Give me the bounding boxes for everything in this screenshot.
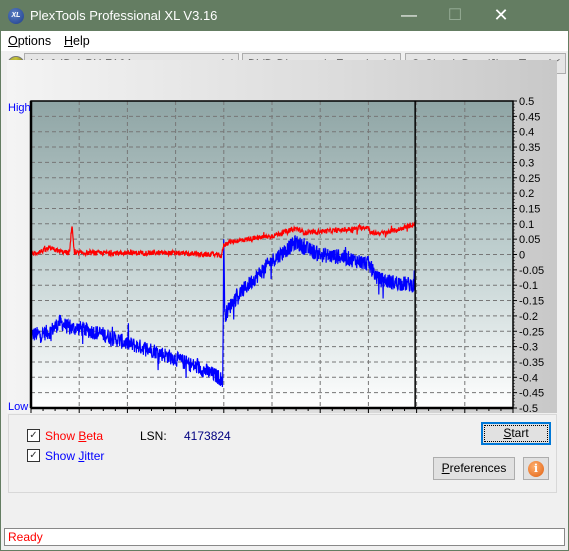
menu-options-label: ptions [17, 34, 52, 48]
menu-help-mnemonic: H [64, 34, 74, 48]
y-tick-label: 0.15 [519, 203, 540, 215]
y-tick-label: -0.35 [519, 357, 544, 369]
y-tick-label: -0.25 [519, 326, 544, 338]
focus-rect [484, 425, 548, 442]
y-tick-label: 0.35 [519, 142, 540, 154]
y-tick-label: -0.4 [519, 372, 538, 384]
y-tick-label: 0 [519, 250, 525, 262]
show-beta-label[interactable]: Show Beta [45, 429, 103, 443]
y-tick-label: 0.1 [519, 219, 534, 231]
menu-help-label: elp [73, 34, 90, 48]
start-button[interactable]: Start [481, 422, 551, 445]
preferences-button[interactable]: Preferences [433, 457, 515, 480]
low-label: Low [8, 401, 28, 413]
show-beta-label-pre: Show [45, 429, 79, 443]
y-tick-label: -0.15 [519, 296, 544, 308]
high-label: High [8, 102, 31, 114]
y-tick-label: 0.5 [519, 96, 534, 108]
y-tick-label: -0.45 [519, 388, 544, 400]
window-title: PlexTools Professional XL V3.16 [30, 8, 218, 23]
maximize-button[interactable]: ☐ [432, 0, 478, 31]
title-bar: XL PlexTools Professional XL V3.16 — ☐ ✕ [0, 0, 569, 31]
minimize-button[interactable]: — [386, 0, 432, 31]
controls-panel: ✓ Show Beta ✓ Show Jitter LSN: 4173824 S… [8, 414, 557, 493]
y-tick-label: 0.2 [519, 188, 534, 200]
y-tick-label: 0.05 [519, 234, 540, 246]
y-tick-label: -0.5 [519, 403, 538, 413]
show-beta-label-post: eta [86, 429, 104, 443]
lsn-value: 4173824 [184, 429, 231, 443]
show-jitter-label[interactable]: Show Jitter [45, 449, 104, 463]
status-bar: Ready [4, 528, 565, 546]
y-tick-label: -0.05 [519, 265, 544, 277]
lsn-label: LSN: [140, 429, 167, 443]
show-jitter-checkbox[interactable]: ✓ [27, 449, 40, 462]
info-icon: i [528, 461, 544, 477]
beta-jitter-chart: 0123456789100.50.450.40.350.30.250.20.15… [8, 96, 544, 429]
show-jitter-label-pre: Show [45, 449, 79, 463]
preferences-mnemonic: P [441, 461, 450, 475]
show-jitter-label-post: itter [84, 449, 105, 463]
info-button[interactable]: i [523, 457, 549, 480]
chart-panel: 0123456789100.50.450.40.350.30.250.20.15… [7, 60, 557, 429]
y-tick-label: 0.4 [519, 127, 534, 139]
app-logo-icon: XL [8, 8, 24, 24]
menu-help[interactable]: Help [64, 34, 90, 48]
y-tick-label: 0.3 [519, 157, 534, 169]
y-tick-label: -0.2 [519, 311, 538, 323]
y-tick-label: 0.45 [519, 111, 540, 123]
menu-bar: Options Help [1, 31, 568, 51]
y-tick-label: -0.3 [519, 342, 538, 354]
preferences-label: references [449, 461, 507, 475]
status-text: Ready [8, 530, 43, 544]
menu-options-mnemonic: O [8, 34, 18, 48]
show-beta-checkbox[interactable]: ✓ [27, 429, 40, 442]
y-tick-label: -0.1 [519, 280, 538, 292]
y-tick-label: 0.25 [519, 173, 540, 185]
menu-options[interactable]: Options [8, 34, 51, 48]
close-button[interactable]: ✕ [478, 0, 524, 31]
